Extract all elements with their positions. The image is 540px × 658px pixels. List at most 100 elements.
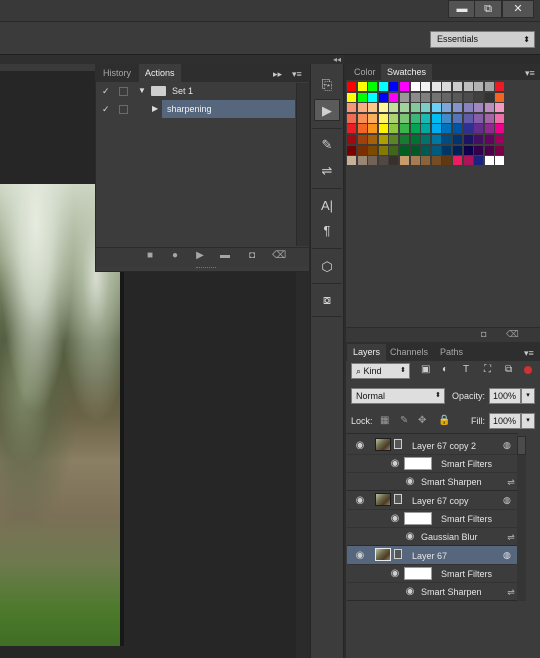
swatch[interactable] [484, 92, 494, 102]
layer-name[interactable]: Layer 67 copy [412, 496, 469, 506]
swatch[interactable] [495, 92, 505, 102]
swatch[interactable] [378, 113, 388, 123]
swatch[interactable] [453, 82, 462, 91]
filter-shape-icon[interactable]: ⛶ [484, 364, 491, 375]
layer-name[interactable]: Layer 67 copy 2 [412, 441, 476, 451]
layers-scrollbar[interactable] [517, 455, 526, 601]
brush-presets-icon[interactable]: ✎ [314, 134, 340, 156]
swatch[interactable] [378, 124, 388, 134]
resize-grip[interactable] [196, 267, 216, 269]
3d-materials-icon[interactable]: ⧇ [314, 289, 340, 311]
smart-filter-mask[interactable] [404, 567, 432, 580]
swatch[interactable] [378, 156, 388, 166]
lock-pixels-icon[interactable]: ✎ [400, 415, 408, 426]
swatch[interactable] [368, 92, 378, 102]
visibility-eye-icon[interactable]: ◉ [389, 459, 401, 469]
smart-filter-mask[interactable] [404, 457, 432, 470]
swatch[interactable] [484, 113, 494, 123]
swatch[interactable] [368, 124, 378, 134]
panel-menu-icon[interactable]: ▾≡ [292, 69, 302, 80]
expand-triangle-icon[interactable]: ▼ [138, 86, 146, 95]
swatch[interactable] [484, 124, 494, 134]
swatch[interactable] [368, 145, 378, 155]
fill-field[interactable]: 100% [489, 413, 521, 429]
swatch[interactable] [474, 92, 484, 102]
swatch[interactable] [421, 82, 431, 91]
delete-icon[interactable]: ⌫ [272, 250, 286, 262]
swatch[interactable] [474, 82, 484, 91]
swatch[interactable] [484, 156, 494, 166]
swatch[interactable] [389, 103, 399, 113]
swatch[interactable] [495, 103, 505, 113]
layer-thumbnail[interactable] [375, 548, 391, 561]
swatch[interactable] [442, 103, 452, 113]
swatch[interactable] [400, 92, 409, 102]
lock-position-icon[interactable]: ✥ [418, 415, 426, 426]
swatch[interactable] [357, 82, 367, 91]
swatch[interactable] [389, 82, 399, 91]
blend-mode-select[interactable]: Normal ⬍ [351, 388, 445, 404]
swatch[interactable] [368, 113, 378, 123]
filter-name[interactable]: Gaussian Blur [421, 532, 478, 542]
smart-filter-badge-icon[interactable]: ◍ [503, 550, 511, 561]
filter-toggle-icon[interactable] [524, 366, 532, 374]
dialog-toggle-box[interactable] [119, 105, 128, 114]
visibility-eye-icon[interactable]: ◉ [354, 551, 366, 561]
chevron-down-icon[interactable]: ▾ [521, 388, 535, 404]
swatch[interactable] [431, 124, 441, 134]
visibility-eye-icon[interactable]: ◉ [389, 514, 401, 524]
swatch[interactable] [347, 82, 356, 91]
swatch[interactable] [410, 92, 420, 102]
swatch[interactable] [495, 135, 505, 144]
swatch[interactable] [484, 135, 494, 144]
swatch[interactable] [442, 124, 452, 134]
swatch[interactable] [389, 113, 399, 123]
layer-name[interactable]: Layer 67 [412, 551, 447, 561]
swatch[interactable] [410, 124, 420, 134]
swatch[interactable] [378, 145, 388, 155]
swatch[interactable] [442, 92, 452, 102]
opacity-field[interactable]: 100% [489, 388, 521, 404]
swatch[interactable] [453, 145, 462, 155]
layer-filter-select[interactable]: ⌕ Kind ⬍ [351, 363, 410, 379]
swatch[interactable] [463, 113, 473, 123]
action-name[interactable]: sharpening [167, 104, 212, 114]
swatch[interactable] [389, 92, 399, 102]
swatch[interactable] [453, 103, 462, 113]
new-swatch-icon[interactable]: ◘ [481, 329, 491, 339]
swatch[interactable] [421, 156, 431, 166]
smart-filter-badge-icon[interactable]: ◍ [503, 495, 511, 506]
swatch[interactable] [378, 92, 388, 102]
swatch[interactable] [378, 135, 388, 144]
tab-actions[interactable]: Actions [139, 64, 181, 82]
filter-options-icon[interactable]: ⇌ [505, 587, 517, 597]
swatch[interactable] [463, 82, 473, 91]
swatch[interactable] [495, 113, 505, 123]
swatch[interactable] [453, 113, 462, 123]
swatch[interactable] [410, 103, 420, 113]
swatch[interactable] [463, 92, 473, 102]
swatch[interactable] [400, 103, 409, 113]
folder-icon[interactable]: ▬ [219, 250, 231, 262]
tab-history[interactable]: History [97, 64, 137, 82]
swatch[interactable] [357, 113, 367, 123]
swatch[interactable] [463, 135, 473, 144]
collapse-dock-icon[interactable]: ◂◂ [333, 55, 341, 64]
swatch[interactable] [442, 156, 452, 166]
swatch[interactable] [442, 113, 452, 123]
swatch[interactable] [347, 113, 356, 123]
swatch[interactable] [357, 92, 367, 102]
layer-thumbnail[interactable] [375, 438, 391, 451]
swatch[interactable] [410, 82, 420, 91]
smart-filter-mask[interactable] [404, 512, 432, 525]
dialog-toggle-box[interactable] [119, 87, 128, 96]
swatch[interactable] [400, 156, 409, 166]
expand-triangle-icon[interactable]: ▶ [152, 104, 158, 113]
swatch[interactable] [421, 145, 431, 155]
actions-play-icon[interactable]: ▶ [314, 99, 340, 121]
visibility-eye-icon[interactable]: ◉ [389, 569, 401, 579]
swatch[interactable] [495, 82, 505, 91]
swatch[interactable] [357, 103, 367, 113]
swatch[interactable] [431, 103, 441, 113]
visibility-eye-icon[interactable]: ◉ [354, 441, 366, 451]
